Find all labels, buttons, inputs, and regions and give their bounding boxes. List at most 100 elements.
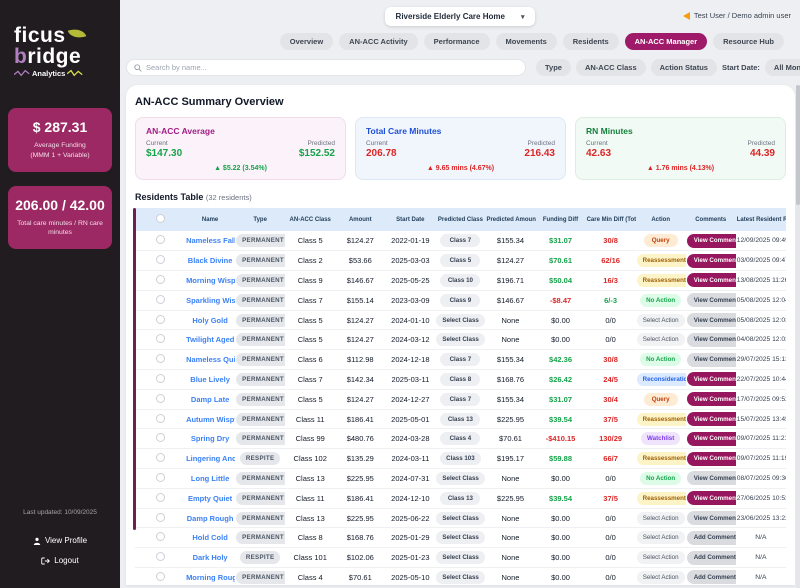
row-checkbox[interactable] bbox=[156, 235, 165, 244]
row-checkbox[interactable] bbox=[156, 255, 165, 264]
action-select[interactable]: Reassessment bbox=[637, 254, 686, 267]
comment-button[interactable]: View Comment bbox=[687, 353, 736, 367]
resident-name-link[interactable]: Lingering Ancient bbox=[186, 454, 235, 463]
row-checkbox[interactable] bbox=[156, 493, 165, 502]
predicted-class-select[interactable]: Select Class bbox=[436, 472, 484, 485]
row-checkbox[interactable] bbox=[156, 295, 165, 304]
predicted-class-select[interactable]: Select Class bbox=[436, 571, 484, 584]
resident-name-link[interactable]: Twilight Aged bbox=[186, 335, 234, 344]
select-all-checkbox[interactable] bbox=[156, 214, 165, 223]
predicted-class-select[interactable]: Select Class bbox=[436, 531, 484, 544]
predicted-class-select[interactable]: Class 4 bbox=[440, 432, 480, 445]
action-status-filter[interactable]: Action Status bbox=[651, 59, 717, 76]
predicted-class-select[interactable]: Class 8 bbox=[440, 373, 480, 386]
resident-name-link[interactable]: Hold Cold bbox=[192, 533, 227, 542]
anacc-class-filter[interactable]: AN-ACC Class bbox=[576, 59, 646, 76]
predicted-class-select[interactable]: Class 13 bbox=[440, 492, 480, 505]
resident-name-link[interactable]: Morning Rough bbox=[186, 573, 235, 582]
resident-name-link[interactable]: Spring Dry bbox=[191, 434, 229, 443]
predicted-class-select[interactable]: Class 7 bbox=[440, 234, 480, 247]
action-select[interactable]: Query bbox=[644, 393, 678, 406]
row-checkbox[interactable] bbox=[156, 453, 165, 462]
predicted-class-select[interactable]: Select Class bbox=[436, 512, 484, 525]
comment-button[interactable]: View Comment bbox=[687, 392, 736, 406]
comment-button[interactable]: View Comment bbox=[687, 511, 736, 525]
resident-name-link[interactable]: Nameless Falling bbox=[186, 236, 235, 245]
action-select[interactable]: Query bbox=[644, 234, 678, 247]
resident-name-link[interactable]: Long Little bbox=[191, 474, 229, 483]
row-checkbox[interactable] bbox=[156, 354, 165, 363]
resident-name-link[interactable]: Dark Holy bbox=[193, 553, 228, 562]
resident-name-link[interactable]: Morning Wispy bbox=[186, 276, 235, 285]
resident-name-link[interactable]: Autumn Wispy bbox=[186, 415, 235, 424]
row-checkbox[interactable] bbox=[156, 275, 165, 284]
predicted-class-select[interactable]: Class 10 bbox=[440, 274, 480, 287]
resident-name-link[interactable]: Damp Rough bbox=[187, 514, 234, 523]
predicted-class-select[interactable]: Class 7 bbox=[440, 393, 480, 406]
comment-button[interactable]: Add Comment bbox=[687, 570, 736, 584]
predicted-class-select[interactable]: Class 7 bbox=[440, 353, 480, 366]
tab-movements[interactable]: Movements bbox=[496, 33, 557, 50]
resident-name-link[interactable]: Empty Quiet bbox=[188, 494, 232, 503]
type-filter[interactable]: Type bbox=[536, 59, 571, 76]
action-select[interactable]: Reassessment bbox=[637, 492, 686, 505]
row-checkbox[interactable] bbox=[156, 315, 165, 324]
row-checkbox[interactable] bbox=[156, 374, 165, 383]
action-select[interactable]: No Action bbox=[640, 472, 681, 485]
tab-performance[interactable]: Performance bbox=[424, 33, 490, 50]
comment-button[interactable]: View Comment bbox=[687, 254, 736, 268]
resident-name-link[interactable]: Holy Gold bbox=[192, 316, 227, 325]
comment-button[interactable]: View Comment bbox=[687, 432, 736, 446]
row-checkbox[interactable] bbox=[156, 433, 165, 442]
action-select[interactable]: Reassessment bbox=[637, 413, 686, 426]
resident-name-link[interactable]: Nameless Quiet bbox=[186, 355, 235, 364]
resident-name-link[interactable]: Damp Late bbox=[191, 395, 229, 404]
comment-button[interactable]: View Comment bbox=[687, 471, 736, 485]
comment-button[interactable]: View Comment bbox=[687, 491, 736, 505]
vertical-scrollbar-thumb[interactable] bbox=[133, 208, 136, 530]
comment-button[interactable]: Add Comment bbox=[687, 551, 736, 565]
predicted-class-select[interactable]: Select Class bbox=[436, 551, 484, 564]
action-select[interactable]: Select Action bbox=[637, 314, 685, 327]
logout-button[interactable]: Logout bbox=[0, 556, 120, 565]
tab-resource-hub[interactable]: Resource Hub bbox=[713, 33, 784, 50]
action-select[interactable]: Select Action bbox=[637, 512, 685, 525]
page-scrollbar-thumb[interactable] bbox=[796, 85, 800, 205]
predicted-class-select[interactable]: Class 13 bbox=[440, 413, 480, 426]
tab-residents[interactable]: Residents bbox=[563, 33, 619, 50]
action-select[interactable]: Select Action bbox=[637, 531, 685, 544]
action-select[interactable]: Select Action bbox=[637, 571, 685, 584]
facility-selector[interactable]: Riverside Elderly Care Home ▾ bbox=[385, 7, 536, 26]
search-input[interactable]: Search by name... bbox=[126, 59, 526, 76]
predicted-class-select[interactable]: Class 103 bbox=[440, 452, 481, 465]
comment-button[interactable]: Add Comment bbox=[687, 531, 736, 545]
row-checkbox[interactable] bbox=[156, 532, 165, 541]
comment-button[interactable]: View Comment bbox=[687, 333, 736, 347]
row-checkbox[interactable] bbox=[156, 552, 165, 561]
row-checkbox[interactable] bbox=[156, 394, 165, 403]
action-select[interactable]: Watchlist bbox=[641, 432, 680, 445]
view-profile-button[interactable]: View Profile bbox=[0, 536, 120, 545]
resident-name-link[interactable]: Black Divine bbox=[188, 256, 233, 265]
comment-button[interactable]: View Comment bbox=[687, 313, 736, 327]
comment-button[interactable]: View Comment bbox=[687, 234, 736, 248]
resident-name-link[interactable]: Sparkling Wispy bbox=[186, 296, 235, 305]
action-select[interactable]: Select Action bbox=[637, 333, 685, 346]
action-select[interactable]: Select Action bbox=[637, 551, 685, 564]
row-checkbox[interactable] bbox=[156, 414, 165, 423]
comment-button[interactable]: View Comment bbox=[687, 273, 736, 287]
action-select[interactable]: No Action bbox=[640, 294, 681, 307]
resident-name-link[interactable]: Blue Lively bbox=[190, 375, 230, 384]
page-scrollbar[interactable] bbox=[796, 85, 800, 588]
comment-button[interactable]: View Comment bbox=[687, 293, 736, 307]
row-checkbox[interactable] bbox=[156, 473, 165, 482]
row-checkbox[interactable] bbox=[156, 334, 165, 343]
row-checkbox[interactable] bbox=[156, 513, 165, 522]
comment-button[interactable]: View Comment bbox=[687, 452, 736, 466]
tab-overview[interactable]: Overview bbox=[280, 33, 333, 50]
predicted-class-select[interactable]: Select Class bbox=[436, 333, 484, 346]
action-select[interactable]: Reassessment bbox=[637, 452, 686, 465]
predicted-class-select[interactable]: Class 5 bbox=[440, 254, 480, 267]
all-months-filter[interactable]: All Months bbox=[765, 59, 800, 76]
comment-button[interactable]: View Comment bbox=[687, 372, 736, 386]
